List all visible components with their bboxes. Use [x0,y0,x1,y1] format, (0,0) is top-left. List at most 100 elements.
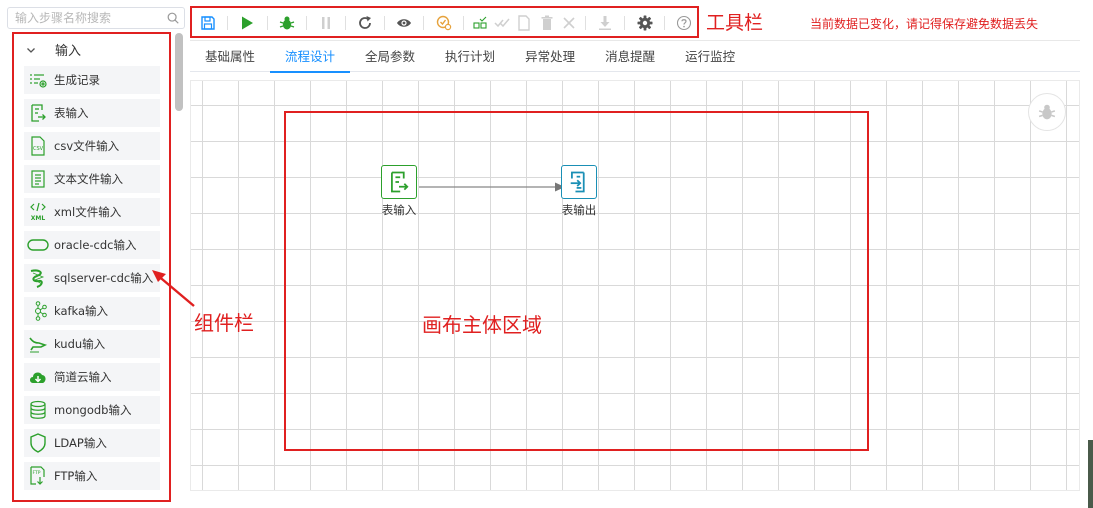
component-item-csv-input[interactable]: CSV csv文件输入 [24,132,160,160]
node-box[interactable] [381,165,417,199]
toolbar-separator [624,15,626,30]
unsaved-warning: 当前数据已变化，请记得保存避免数据丢失 [810,17,1039,31]
download-icon [599,15,612,30]
flow-edge-arrow[interactable] [419,182,565,192]
svg-text:FTP: FTP [33,470,41,476]
shield-icon [30,433,46,453]
help-icon [676,15,691,30]
app-window: 输入 生成记录 [0,0,1093,508]
toolbar-separator [585,15,587,30]
tab-basic-properties[interactable]: 基础属性 [190,41,270,72]
close-button[interactable] [559,12,579,34]
search-icon[interactable] [166,11,180,25]
component-item-label: 文本文件输入 [54,172,123,186]
refresh-icon [359,15,372,29]
oracle-icon [27,239,49,251]
check-all-button[interactable] [492,12,512,34]
delete-icon [541,15,553,30]
group-header-input[interactable]: 输入 [14,33,168,66]
settings-button[interactable] [634,12,654,34]
close-icon [563,16,575,29]
component-item-label: mongodb输入 [54,403,132,417]
chevron-down-icon[interactable] [25,44,37,56]
toolbar-separator [462,15,464,30]
toolbar-separator [423,15,425,30]
tab-flow-design[interactable]: 流程设计 [270,41,351,73]
preview-icon [397,18,412,27]
kudu-icon [29,337,48,353]
component-item-kudu-input[interactable]: kudu输入 [24,330,160,358]
download-button[interactable] [595,12,615,34]
scrollbar-thumb[interactable] [175,33,183,111]
copy-structure-button[interactable] [470,12,490,34]
pause-button[interactable] [316,12,336,34]
save-icon [201,15,215,30]
search-input[interactable] [8,8,158,28]
node-label: 表输出 [561,203,597,217]
check-config-button[interactable] [433,12,453,34]
node-box[interactable] [561,165,597,199]
flow-node-table-output[interactable]: 表输出 [561,165,597,218]
component-item-ldap-input[interactable]: LDAP输入 [24,429,160,457]
component-item-jiandaoyun-input[interactable]: 简道云输入 [24,363,160,391]
toolbar-separator [384,15,386,30]
check-all-icon [494,18,510,27]
delete-button[interactable] [537,12,557,34]
group-label: 输入 [55,44,82,59]
tab-exception-handling[interactable]: 异常处理 [510,41,590,72]
toolbar-separator [305,15,307,30]
tab-message-alert[interactable]: 消息提醒 [590,41,670,72]
flow-canvas[interactable]: 表输入 表输出 [190,80,1080,491]
node-label: 表输入 [381,203,417,217]
component-item-mongodb-input[interactable]: mongodb输入 [24,396,160,424]
svg-text:CSV: CSV [33,146,44,152]
ftp-file-icon: FTP [30,466,45,485]
help-button[interactable] [674,12,694,34]
settings-icon [637,15,653,30]
component-item-label: 生成记录 [54,73,100,87]
debug-button[interactable] [276,12,296,34]
component-item-label: kudu输入 [54,337,106,351]
svg-text:XML: XML [31,215,46,222]
toolbar-separator [663,15,665,30]
toolbar-separator [227,15,229,30]
component-item-label: xml文件输入 [54,205,122,219]
csv-file-icon: CSV [31,136,45,156]
component-item-ftp-input[interactable]: FTP FTP输入 [24,462,160,490]
canvas-debug-button[interactable] [1028,93,1066,131]
save-button[interactable] [198,12,218,34]
component-item-table-input[interactable]: 表输入 [24,99,160,127]
component-item-generate-record[interactable]: 生成记录 [24,66,160,94]
check-config-icon [436,15,451,30]
component-item-kafka-input[interactable]: kafka输入 [24,297,160,325]
file-button[interactable] [514,12,534,34]
preview-button[interactable] [394,12,414,34]
component-item-xml-input[interactable]: XML xml文件输入 [24,198,160,226]
flow-node-table-input[interactable]: 表输入 [381,165,417,218]
toolbar [190,7,698,38]
tab-execution-plan[interactable]: 执行计划 [430,41,510,72]
tab-global-params[interactable]: 全局参数 [350,41,430,72]
component-list: 输入 生成记录 表输入 CSV csv文件输入 文本文件输入 XML xml文件… [14,33,168,501]
component-scrollbar[interactable] [175,33,183,501]
generate-record-icon [30,74,47,88]
component-item-text-input[interactable]: 文本文件输入 [24,165,160,193]
component-item-label: 简道云输入 [54,370,112,384]
table-input-icon [391,171,409,193]
component-item-label: FTP输入 [54,469,98,483]
component-item-label: kafka输入 [54,304,109,318]
component-panel: 输入 生成记录 [0,0,190,508]
run-button[interactable] [237,12,257,34]
tab-run-monitor[interactable]: 运行监控 [670,41,750,72]
file-icon [518,14,531,31]
kafka-icon [35,301,47,321]
component-item-label: csv文件输入 [54,139,120,153]
component-item-oracle-cdc-input[interactable]: oracle-cdc输入 [24,231,160,259]
cloud-download-icon [30,372,46,383]
search-box[interactable] [7,7,185,29]
component-item-sqlserver-cdc-input[interactable]: sqlserver-cdc输入 [24,264,160,292]
refresh-button[interactable] [355,12,375,34]
run-icon [242,16,254,29]
xml-file-icon: XML [30,202,46,222]
text-file-icon [31,170,45,188]
